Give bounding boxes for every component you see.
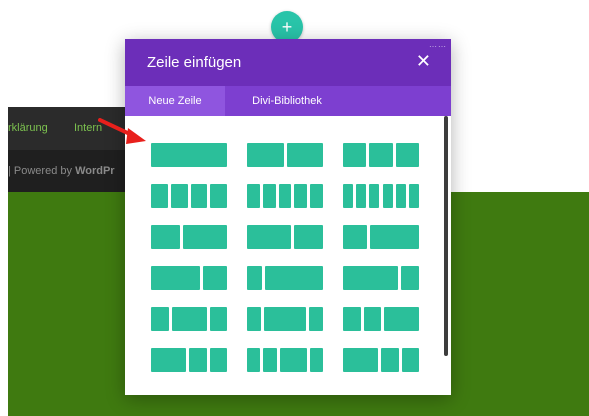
layout-column — [278, 184, 292, 208]
layout-column — [170, 184, 188, 208]
layout-column — [151, 307, 169, 331]
layout-column — [151, 348, 186, 372]
layout-column — [247, 184, 260, 208]
layout-column — [210, 184, 227, 208]
layout-column — [264, 266, 323, 290]
layout-column — [310, 184, 323, 208]
layout-column — [171, 307, 207, 331]
layout-column — [209, 348, 227, 372]
layout-column — [343, 225, 368, 249]
layout-grid — [125, 116, 451, 395]
row-layout-option[interactable] — [343, 184, 419, 208]
row-layout-option[interactable] — [343, 307, 419, 331]
plus-icon: + — [281, 16, 293, 37]
layout-column — [384, 307, 419, 331]
row-layout-option[interactable] — [343, 143, 419, 167]
layout-column — [183, 225, 227, 249]
layout-column — [343, 143, 367, 167]
layout-column — [247, 307, 261, 331]
layout-column — [343, 348, 378, 372]
modal-header: ⋯⋯ Zeile einfügen ✕ — [125, 39, 451, 86]
row-layout-option[interactable] — [247, 348, 323, 372]
row-layout-option[interactable] — [151, 348, 227, 372]
row-layout-option[interactable] — [151, 225, 227, 249]
layout-column — [395, 184, 406, 208]
layout-column — [363, 307, 381, 331]
row-layout-option[interactable] — [247, 143, 323, 167]
layout-column — [190, 184, 208, 208]
resize-handle-icon[interactable]: ⋯⋯ — [429, 42, 447, 51]
layout-column — [151, 143, 227, 167]
layout-column — [400, 266, 419, 290]
layout-column — [369, 143, 393, 167]
row-layout-option[interactable] — [151, 184, 227, 208]
layout-column — [370, 225, 419, 249]
layout-column — [264, 307, 306, 331]
tab-divi-library-label: Divi-Bibliothek — [252, 95, 322, 107]
close-icon[interactable]: ✕ — [416, 52, 431, 70]
layout-column — [294, 184, 308, 208]
layout-column — [401, 348, 419, 372]
layout-column — [286, 143, 323, 167]
scrollbar[interactable] — [444, 116, 448, 356]
layout-column — [369, 184, 380, 208]
tab-divi-library[interactable]: Divi-Bibliothek — [225, 86, 349, 116]
layout-column — [151, 184, 168, 208]
layout-column — [189, 348, 207, 372]
layout-column — [279, 348, 307, 372]
row-layout-option[interactable] — [343, 225, 419, 249]
layout-column — [151, 225, 181, 249]
powered-by-brand[interactable]: WordPr — [75, 165, 115, 177]
layout-column — [382, 184, 393, 208]
row-layout-option[interactable] — [247, 184, 323, 208]
row-layout-option[interactable] — [151, 266, 227, 290]
layout-column — [247, 225, 291, 249]
insert-row-modal: ⋯⋯ Zeile einfügen ✕ Neue Zeile Divi-Bibl… — [125, 39, 451, 395]
red-arrow-annotation — [98, 118, 146, 144]
layout-column — [247, 143, 284, 167]
footer-nav-link-privacy[interactable]: rklärung — [8, 122, 48, 134]
layout-column — [356, 184, 367, 208]
layout-column — [381, 348, 399, 372]
modal-title: Zeile einfügen — [147, 54, 242, 71]
layout-column — [309, 348, 323, 372]
layout-column — [209, 307, 227, 331]
row-layout-option[interactable] — [151, 143, 227, 167]
layout-column — [343, 307, 361, 331]
row-layout-option[interactable] — [247, 225, 323, 249]
powered-by-text: | Powered by WordPr — [8, 165, 115, 177]
tab-new-row[interactable]: Neue Zeile — [125, 86, 225, 116]
tab-new-row-label: Neue Zeile — [148, 95, 202, 107]
layout-column — [262, 184, 276, 208]
layout-column — [408, 184, 419, 208]
row-layout-option[interactable] — [343, 348, 419, 372]
row-layout-option[interactable] — [247, 307, 323, 331]
layout-column — [343, 266, 398, 290]
row-layout-option[interactable] — [343, 266, 419, 290]
layout-column — [202, 266, 227, 290]
layout-column — [343, 184, 354, 208]
modal-tabs: Neue Zeile Divi-Bibliothek — [125, 86, 451, 116]
layout-column — [263, 348, 277, 372]
layout-column — [247, 348, 261, 372]
row-layout-option[interactable] — [151, 307, 227, 331]
layout-column — [293, 225, 323, 249]
layout-column — [395, 143, 419, 167]
row-layout-option[interactable] — [247, 266, 323, 290]
layout-column — [151, 266, 200, 290]
layout-column — [247, 266, 262, 290]
layout-column — [309, 307, 323, 331]
